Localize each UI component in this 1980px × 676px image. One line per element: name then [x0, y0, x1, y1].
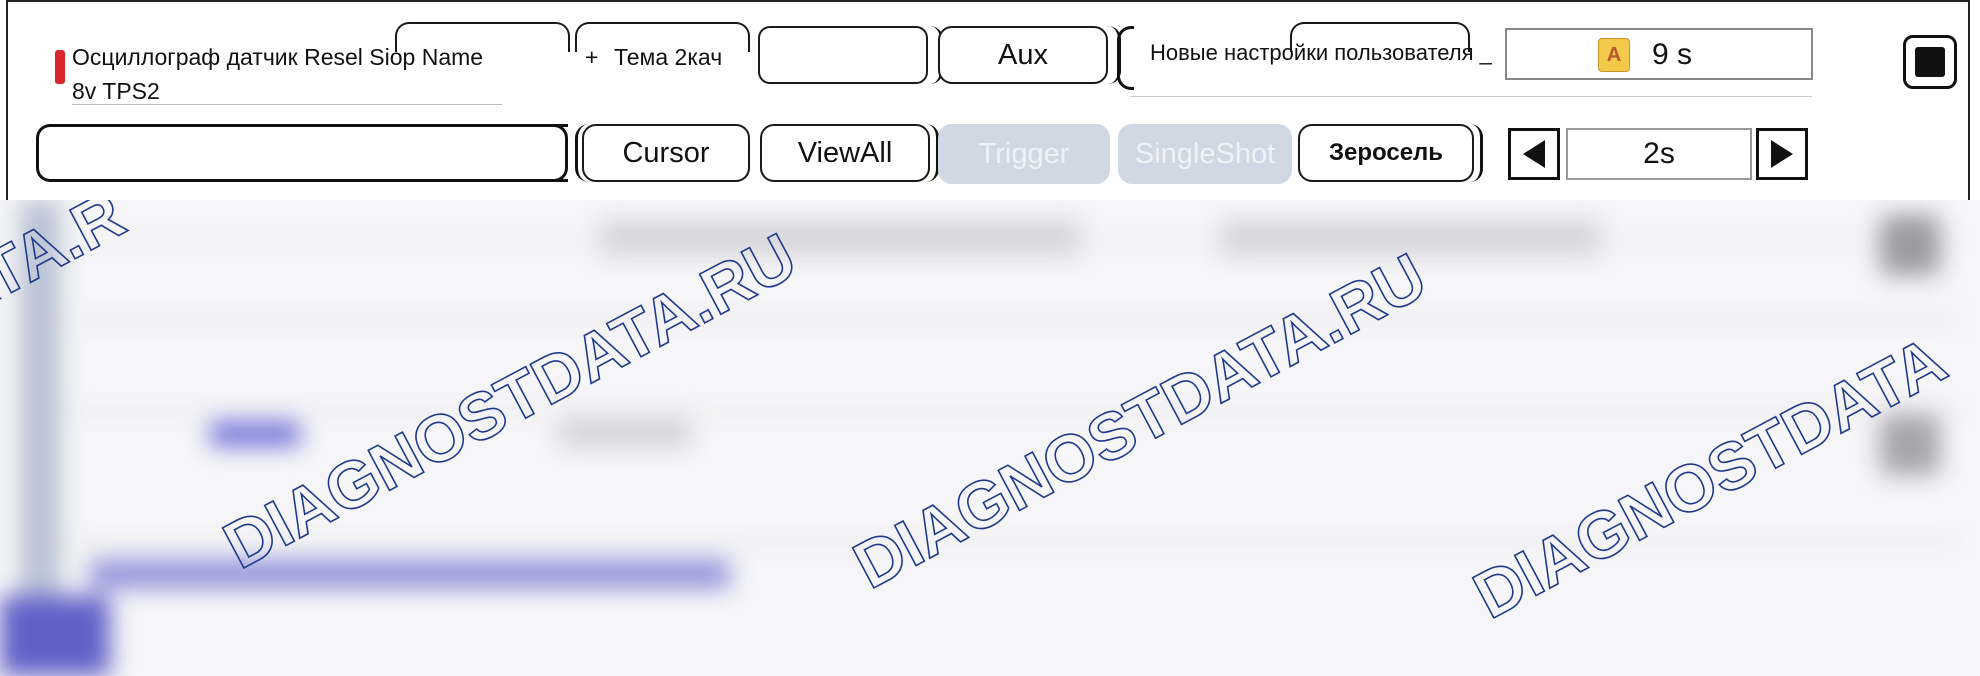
- channel-plus: +: [585, 44, 599, 70]
- trigger-button[interactable]: Trigger: [938, 124, 1110, 184]
- bracket-close-reset: [1470, 124, 1483, 182]
- channel-marker-icon: [55, 50, 65, 84]
- blank-top-button[interactable]: [758, 26, 928, 84]
- user-icon: A: [1598, 38, 1630, 72]
- time-value: 9 s: [1652, 38, 1693, 71]
- reset-button[interactable]: Зеросель: [1298, 124, 1474, 182]
- channel-subtitle: 8v TPS2: [72, 78, 160, 104]
- blurred-content: [0, 200, 1980, 676]
- stop-icon: [1915, 47, 1945, 77]
- channel-select-bracket-end: [548, 124, 568, 182]
- viewall-button[interactable]: ViewAll: [760, 124, 930, 182]
- triangle-left-icon: [1523, 140, 1545, 168]
- timebase-display: 2s: [1566, 128, 1752, 180]
- timebase-increase-button[interactable]: [1756, 128, 1808, 180]
- aux-button[interactable]: Aux: [938, 26, 1108, 84]
- underline: [72, 104, 502, 105]
- cursor-button[interactable]: Cursor: [582, 124, 750, 182]
- blurred-content-area: ATA.R DIAGNOSTDATA.RU DIAGNOSTDATA.RU DI…: [0, 200, 1980, 676]
- user-settings-label[interactable]: Новые настройки пользователя _: [1150, 40, 1492, 66]
- settings-divider: [1130, 96, 1812, 97]
- channel-select-bracket[interactable]: [36, 124, 568, 182]
- stop-button[interactable]: [1903, 35, 1957, 89]
- singleshot-button[interactable]: SingleShot: [1118, 124, 1292, 184]
- channel-title: Осциллограф датчик Resel Siop Name: [72, 44, 484, 70]
- bracket-open-settings: [1117, 26, 1134, 90]
- oscilloscope-toolbar: Осциллограф датчик Resel Siop Name + Тем…: [0, 0, 1980, 202]
- triangle-right-icon: [1771, 140, 1793, 168]
- channel-tab-label[interactable]: Тема 2кач: [614, 44, 722, 71]
- timebase-decrease-button[interactable]: [1508, 128, 1560, 180]
